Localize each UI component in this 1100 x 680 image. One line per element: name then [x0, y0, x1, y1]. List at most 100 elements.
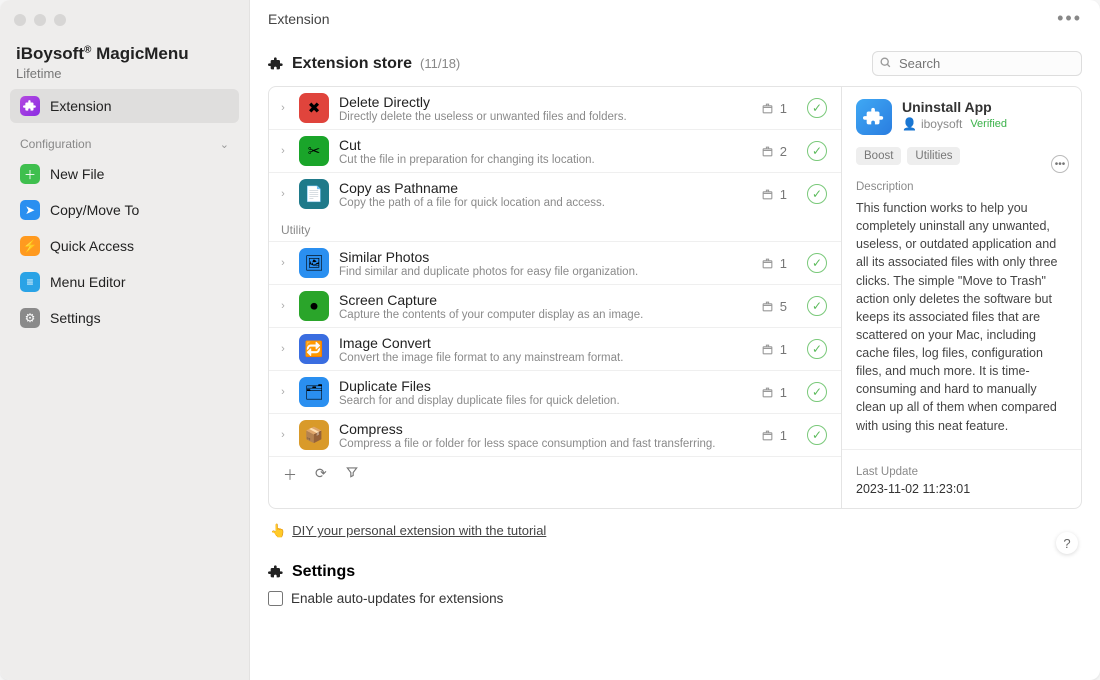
extension-desc: Convert the image file format to any mai… — [339, 352, 737, 364]
brand: iBoysoft® MagicMenu Lifetime — [10, 44, 239, 87]
puzzle-icon — [20, 96, 40, 116]
window-controls — [10, 12, 239, 44]
extension-name: Cut — [339, 137, 737, 153]
sidebar-item-extension[interactable]: Extension — [10, 89, 239, 123]
extension-count: 1 — [747, 428, 787, 443]
extension-desc: Search for and display duplicate files f… — [339, 395, 737, 407]
extension-desc: Capture the contents of your computer di… — [339, 309, 737, 321]
sidebar-item-new-file[interactable]: ＋ New File — [10, 157, 239, 191]
detail-pane: Uninstall App 👤 iboysoft Verified Boost … — [841, 87, 1081, 508]
package-icon — [761, 145, 774, 158]
extension-desc: Copy the path of a file for quick locati… — [339, 197, 737, 209]
sidebar-item-label: New File — [50, 166, 104, 182]
category-utility: Utility — [269, 215, 841, 242]
chevron-down-icon: ⌄ — [220, 138, 229, 151]
search-input[interactable] — [872, 51, 1082, 76]
traffic-max[interactable] — [54, 14, 66, 26]
main: Extension ••• Extension store (11/18) — [250, 0, 1100, 680]
sidebar-icon: ⚙ — [20, 308, 40, 328]
sidebar-icon: ＋ — [20, 164, 40, 184]
extension-name: Image Convert — [339, 335, 737, 351]
extension-row[interactable]: › 📄 Copy as Pathname Copy the path of a … — [269, 173, 841, 215]
detail-more-icon[interactable]: ••• — [1051, 155, 1069, 173]
help-button[interactable]: ? — [1056, 532, 1078, 554]
sidebar-item-label: Quick Access — [50, 238, 134, 254]
diy-hint: 👆 DIY your personal extension with the t… — [270, 523, 1080, 539]
traffic-close[interactable] — [14, 14, 26, 26]
package-icon — [761, 188, 774, 201]
installed-check-icon[interactable]: ✓ — [807, 184, 827, 204]
package-icon — [761, 102, 774, 115]
extension-count: 1 — [747, 101, 787, 116]
extension-row[interactable]: › ✂ Cut Cut the file in preparation for … — [269, 130, 841, 173]
chevron-right-icon[interactable]: › — [277, 343, 289, 355]
extension-row[interactable]: › ⏺ Screen Capture Capture the contents … — [269, 285, 841, 328]
page-title: Extension — [268, 11, 329, 27]
installed-check-icon[interactable]: ✓ — [807, 253, 827, 273]
extension-name: Duplicate Files — [339, 378, 737, 394]
sidebar-item-label: Copy/Move To — [50, 202, 139, 218]
desc-label: Description — [856, 181, 1067, 193]
extension-row[interactable]: › 📦 Compress Compress a file or folder f… — [269, 414, 841, 456]
extension-name: Similar Photos — [339, 249, 737, 265]
app-detail-icon — [856, 99, 892, 135]
search-field[interactable] — [872, 51, 1082, 76]
chevron-right-icon[interactable]: › — [277, 188, 289, 200]
installed-check-icon[interactable]: ✓ — [807, 98, 827, 118]
sidebar-item-copy-move-to[interactable]: ➤ Copy/Move To — [10, 193, 239, 227]
sidebar-item-quick-access[interactable]: ⚡ Quick Access — [10, 229, 239, 263]
sidebar-item-label: Menu Editor — [50, 274, 125, 290]
app-title: iBoysoft® MagicMenu — [16, 44, 233, 64]
refresh-button[interactable]: ⟳ — [315, 465, 327, 485]
user-icon: 👤 — [902, 117, 917, 131]
chevron-right-icon[interactable]: › — [277, 102, 289, 114]
config-section-header[interactable]: Configuration ⌄ — [10, 123, 239, 155]
tags: Boost Utilities — [856, 147, 1067, 165]
chevron-right-icon[interactable]: › — [277, 386, 289, 398]
sidebar-item-label: Extension — [50, 98, 111, 114]
package-icon — [761, 257, 774, 270]
extension-name: Delete Directly — [339, 94, 737, 110]
extension-desc: Compress a file or folder for less space… — [339, 438, 737, 450]
installed-check-icon[interactable]: ✓ — [807, 382, 827, 402]
add-button[interactable]: ＋ — [283, 465, 297, 485]
extension-row[interactable]: › ✖ Delete Directly Directly delete the … — [269, 87, 841, 130]
tag-boost[interactable]: Boost — [856, 147, 901, 165]
extension-count: 1 — [747, 256, 787, 271]
chevron-right-icon[interactable]: › — [277, 429, 289, 441]
extension-row[interactable]: › 🗂 Duplicate Files Search for and displ… — [269, 371, 841, 414]
extension-count: 1 — [747, 385, 787, 400]
chevron-right-icon[interactable]: › — [277, 145, 289, 157]
tag-utilities[interactable]: Utilities — [907, 147, 960, 165]
sidebar-item-settings[interactable]: ⚙ Settings — [10, 301, 239, 335]
more-icon[interactable]: ••• — [1057, 8, 1082, 29]
store-heading: Extension store (11/18) — [268, 55, 460, 73]
diy-link[interactable]: DIY your personal extension with the tut… — [292, 523, 546, 538]
auto-update-row[interactable]: Enable auto-updates for extensions — [268, 591, 1082, 606]
chevron-right-icon[interactable]: › — [277, 257, 289, 269]
extension-icon: ✖ — [299, 93, 329, 123]
sidebar-icon: ≡ — [20, 272, 40, 292]
filter-button[interactable] — [345, 465, 359, 485]
extension-count: 2 — [747, 144, 787, 159]
license-label: Lifetime — [16, 66, 233, 81]
installed-check-icon[interactable]: ✓ — [807, 296, 827, 316]
extension-icon: ⏺ — [299, 291, 329, 321]
package-icon — [761, 386, 774, 399]
package-icon — [761, 343, 774, 356]
installed-check-icon[interactable]: ✓ — [807, 425, 827, 445]
installed-check-icon[interactable]: ✓ — [807, 339, 827, 359]
extension-row[interactable]: › 🔁 Image Convert Convert the image file… — [269, 328, 841, 371]
auto-update-checkbox[interactable] — [268, 591, 283, 606]
installed-check-icon[interactable]: ✓ — [807, 141, 827, 161]
traffic-min[interactable] — [34, 14, 46, 26]
sidebar-item-menu-editor[interactable]: ≡ Menu Editor — [10, 265, 239, 299]
extension-row[interactable]: › 🖼 Similar Photos Find similar and dupl… — [269, 242, 841, 285]
extension-list: › ✖ Delete Directly Directly delete the … — [269, 87, 841, 508]
extension-name: Copy as Pathname — [339, 180, 737, 196]
chevron-right-icon[interactable]: › — [277, 300, 289, 312]
extension-icon: 🖼 — [299, 248, 329, 278]
update-label: Last Update — [856, 466, 1067, 478]
store-count: (11/18) — [420, 56, 460, 71]
extension-icon: 📄 — [299, 179, 329, 209]
